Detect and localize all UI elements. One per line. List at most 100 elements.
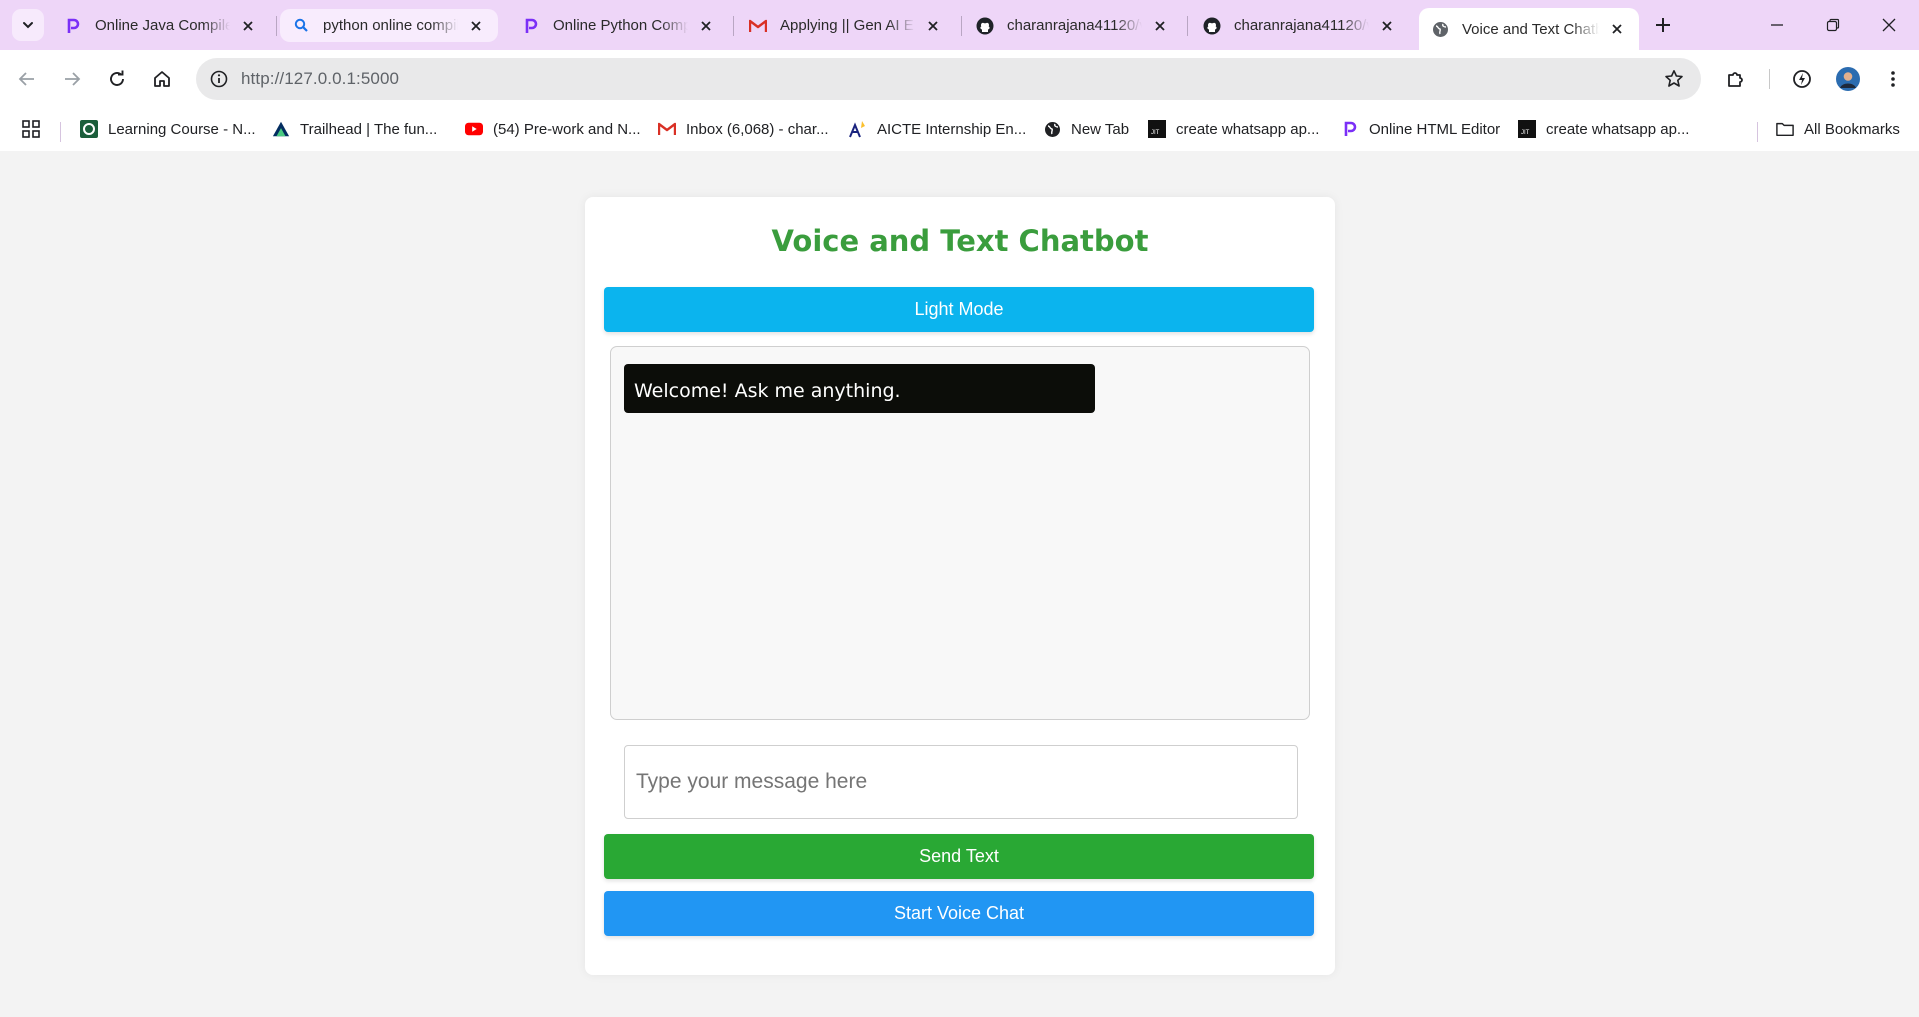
close-icon[interactable]	[923, 16, 943, 36]
tab-search-button[interactable]	[12, 9, 44, 41]
send-text-button[interactable]: Send Text	[604, 834, 1314, 879]
tab-divider	[733, 16, 734, 36]
globe-icon	[1043, 120, 1061, 138]
chat-box[interactable]: Welcome! Ask me anything.	[610, 346, 1310, 720]
close-icon[interactable]	[1607, 19, 1627, 39]
arrow-left-icon	[18, 72, 34, 86]
reload-icon	[110, 70, 124, 86]
tab-title: charanrajana41120/v	[1234, 17, 1369, 34]
tab-voice-and-text-chatbot[interactable]: Voice and Text Chatbot	[1419, 8, 1639, 50]
tab-divider	[961, 16, 962, 36]
trailhead-icon	[272, 120, 290, 138]
tab-online-java-compiler[interactable]: Online Java Compiler	[52, 9, 270, 42]
jit-icon: JIT	[1148, 120, 1166, 138]
minimize-button[interactable]	[1757, 10, 1797, 40]
bookmark-label: Learning Course - N...	[108, 120, 256, 138]
back-button[interactable]	[9, 61, 45, 97]
tab-title: Online Python Compiler	[553, 17, 688, 34]
svg-text:JIT: JIT	[1521, 130, 1530, 136]
menu-button[interactable]	[1875, 61, 1911, 97]
svg-text:JIT: JIT	[1151, 130, 1160, 136]
bookmark-create-whatsapp-1[interactable]: JIT create whatsapp ap...	[1148, 115, 1319, 143]
profile-button[interactable]	[1830, 61, 1866, 97]
globe-icon	[1431, 20, 1449, 38]
bookmark-trailhead[interactable]: Trailhead | The fun...	[272, 115, 437, 143]
bookmark-divider	[1757, 122, 1758, 142]
arrow-right-icon	[65, 72, 81, 86]
tab-strip: Online Java Compiler python online compi…	[0, 0, 1919, 50]
programiz-icon	[522, 17, 540, 35]
aicte-icon	[849, 120, 867, 138]
restore-button[interactable]	[1813, 10, 1853, 40]
gmail-icon	[749, 17, 767, 35]
bookmark-gmail-inbox[interactable]: Inbox (6,068) - char...	[658, 115, 829, 143]
apps-grid-icon	[22, 120, 40, 138]
apps-button[interactable]	[22, 115, 40, 143]
programiz-icon	[1341, 120, 1359, 138]
tab-python-online-compiler[interactable]: python online compiler	[280, 9, 498, 42]
chatbot-container: Voice and Text Chatbot Light Mode Welcom…	[585, 197, 1335, 975]
browser-toolbar: http://127.0.0.1:5000	[0, 50, 1919, 108]
bookmark-label: New Tab	[1071, 120, 1130, 138]
bookmark-online-html-editor[interactable]: Online HTML Editor	[1341, 115, 1500, 143]
tab-title: python online compiler	[323, 17, 458, 34]
close-icon[interactable]	[1150, 16, 1170, 36]
bookmark-label: Inbox (6,068) - char...	[686, 120, 829, 138]
folder-icon	[1776, 120, 1794, 138]
bookmark-learning-course[interactable]: Learning Course - N...	[80, 115, 256, 143]
performance-button[interactable]	[1784, 61, 1820, 97]
tab-divider	[1187, 16, 1188, 36]
close-icon[interactable]	[1377, 16, 1397, 36]
tab-title: Online Java Compiler	[95, 17, 230, 34]
tab-title: Voice and Text Chatbot	[1462, 20, 1599, 38]
tab-title: charanrajana41120/v	[1007, 17, 1142, 34]
bookmark-label: create whatsapp ap...	[1176, 120, 1320, 138]
forward-button[interactable]	[54, 61, 90, 97]
bot-message-text: Welcome! Ask me anything.	[634, 379, 901, 402]
page-title: Voice and Text Chatbot	[771, 224, 1149, 258]
plus-icon	[1656, 18, 1670, 32]
bookmark-label: AICTE Internship En...	[877, 120, 1027, 138]
light-mode-button[interactable]: Light Mode	[604, 287, 1314, 332]
bookmark-new-tab[interactable]: New Tab	[1043, 115, 1129, 143]
all-bookmarks-label: All Bookmarks	[1804, 120, 1900, 138]
close-icon[interactable]	[466, 16, 486, 36]
restore-icon	[1826, 18, 1840, 32]
reload-button[interactable]	[99, 61, 135, 97]
new-tab-button[interactable]	[1650, 12, 1676, 38]
home-icon	[154, 71, 170, 87]
bookmark-aicte[interactable]: AICTE Internship En...	[849, 115, 1026, 143]
home-button[interactable]	[144, 61, 180, 97]
bookmark-create-whatsapp-2[interactable]: JIT create whatsapp ap...	[1518, 115, 1689, 143]
close-icon[interactable]	[238, 16, 258, 36]
chevron-down-icon	[23, 22, 33, 29]
search-icon	[292, 17, 310, 35]
bookmark-youtube[interactable]: (54) Pre-work and N...	[465, 115, 641, 143]
message-input[interactable]	[624, 745, 1298, 819]
tab-online-python-compiler[interactable]: Online Python Compiler	[510, 9, 728, 42]
bookmarks-bar: Learning Course - N... Trailhead | The f…	[0, 108, 1919, 151]
bookmark-label: Online HTML Editor	[1369, 120, 1501, 138]
extensions-button[interactable]	[1718, 61, 1754, 97]
start-voice-chat-button[interactable]: Start Voice Chat	[604, 891, 1314, 936]
site-info-icon[interactable]	[204, 64, 234, 94]
tab-github-1[interactable]: charanrajana41120/v	[964, 9, 1182, 42]
speed-icon	[1793, 70, 1811, 88]
address-bar[interactable]: http://127.0.0.1:5000	[196, 58, 1701, 100]
youtube-icon	[465, 120, 483, 138]
close-window-button[interactable]	[1869, 10, 1909, 40]
all-bookmarks-button[interactable]: All Bookmarks	[1776, 115, 1900, 143]
url-text[interactable]: http://127.0.0.1:5000	[241, 69, 399, 89]
course-icon	[80, 120, 98, 138]
github-icon	[976, 17, 994, 35]
puzzle-icon	[1728, 72, 1743, 87]
tab-gmail-applying[interactable]: Applying || Gen AI En	[737, 9, 955, 42]
more-vertical-icon	[1891, 71, 1895, 87]
github-icon	[1203, 17, 1221, 35]
bookmark-divider	[60, 122, 61, 142]
close-icon[interactable]	[696, 16, 716, 36]
tab-title: Applying || Gen AI En	[780, 17, 915, 34]
bookmark-star-icon[interactable]	[1663, 68, 1685, 90]
tab-github-2[interactable]: charanrajana41120/v	[1191, 9, 1409, 42]
bookmark-label: create whatsapp ap...	[1546, 120, 1690, 138]
